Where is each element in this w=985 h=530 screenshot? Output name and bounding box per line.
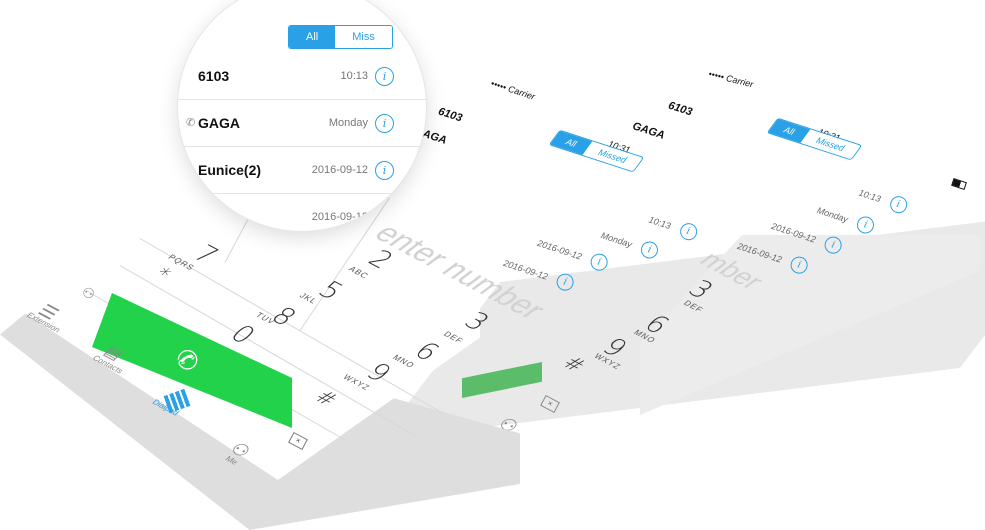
far-list-item[interactable]: Monday i bbox=[815, 201, 877, 236]
far-segmented-control: All Missed bbox=[766, 117, 862, 161]
back-key-hash[interactable]: # bbox=[557, 352, 591, 377]
magnifier-lens: All Miss 6103 10:13 i ✆ GAGA Monday i Eu… bbox=[178, 0, 426, 231]
far-row-time: 2016-09-12 bbox=[770, 220, 818, 245]
far-list-item[interactable]: 10:13 i bbox=[857, 184, 909, 216]
far-row-time: Monday bbox=[815, 204, 850, 225]
info-icon[interactable]: i bbox=[375, 114, 394, 133]
back-tab-missed[interactable]: Missed bbox=[582, 141, 643, 172]
info-icon[interactable]: i bbox=[822, 234, 844, 256]
back-row-name: 6103 bbox=[436, 105, 464, 125]
list-item[interactable]: Eunice(2) 2016-09-12 i bbox=[178, 147, 426, 194]
info-icon[interactable]: i bbox=[677, 220, 699, 243]
back-list-item[interactable]: 10:13 i bbox=[647, 211, 699, 243]
back-carrier: ••••• Carrier bbox=[489, 78, 537, 102]
segmented-control: All Miss bbox=[288, 25, 393, 49]
call-name: ric bbox=[198, 209, 216, 225]
info-icon[interactable]: i bbox=[375, 161, 394, 180]
back-row-time: 2016-09-12 bbox=[502, 257, 550, 282]
back-row-time: 2016-09-12 bbox=[536, 237, 584, 262]
list-item[interactable]: ✆ GAGA Monday i bbox=[178, 100, 426, 147]
outgoing-call-icon: ✆ bbox=[186, 117, 196, 129]
call-time: 10:13 bbox=[340, 70, 368, 82]
tab-all[interactable]: All bbox=[289, 26, 336, 48]
info-icon[interactable]: i bbox=[554, 271, 576, 293]
back-row-time: Monday bbox=[599, 229, 634, 250]
far-battery-icon bbox=[951, 178, 967, 190]
info-icon[interactable]: i bbox=[588, 251, 610, 273]
call-time: Monday bbox=[328, 117, 368, 129]
far-tab-missed[interactable]: Missed bbox=[800, 129, 861, 160]
info-icon[interactable]: i bbox=[638, 239, 661, 261]
call-time: 2016-09-12 bbox=[311, 211, 368, 223]
list-item[interactable]: ric 2016-09-12 i bbox=[178, 194, 426, 231]
info-icon[interactable]: i bbox=[788, 254, 810, 276]
far-row-time: 10:13 bbox=[857, 187, 883, 204]
info-icon[interactable]: i bbox=[887, 193, 909, 216]
list-item[interactable]: 6103 10:13 i bbox=[178, 53, 426, 100]
info-icon[interactable]: i bbox=[375, 67, 394, 86]
info-icon[interactable]: i bbox=[854, 214, 877, 236]
info-icon[interactable]: i bbox=[375, 208, 394, 227]
back-key-3-letters: DEF bbox=[681, 298, 706, 315]
call-name: 6103 bbox=[198, 68, 230, 84]
tab-missed[interactable]: Miss bbox=[335, 26, 392, 48]
back-row-time: 10:13 bbox=[647, 214, 673, 231]
call-name: GAGA bbox=[198, 115, 240, 131]
call-time: 2016-09-12 bbox=[311, 164, 368, 176]
call-name: Eunice(2) bbox=[198, 162, 262, 178]
